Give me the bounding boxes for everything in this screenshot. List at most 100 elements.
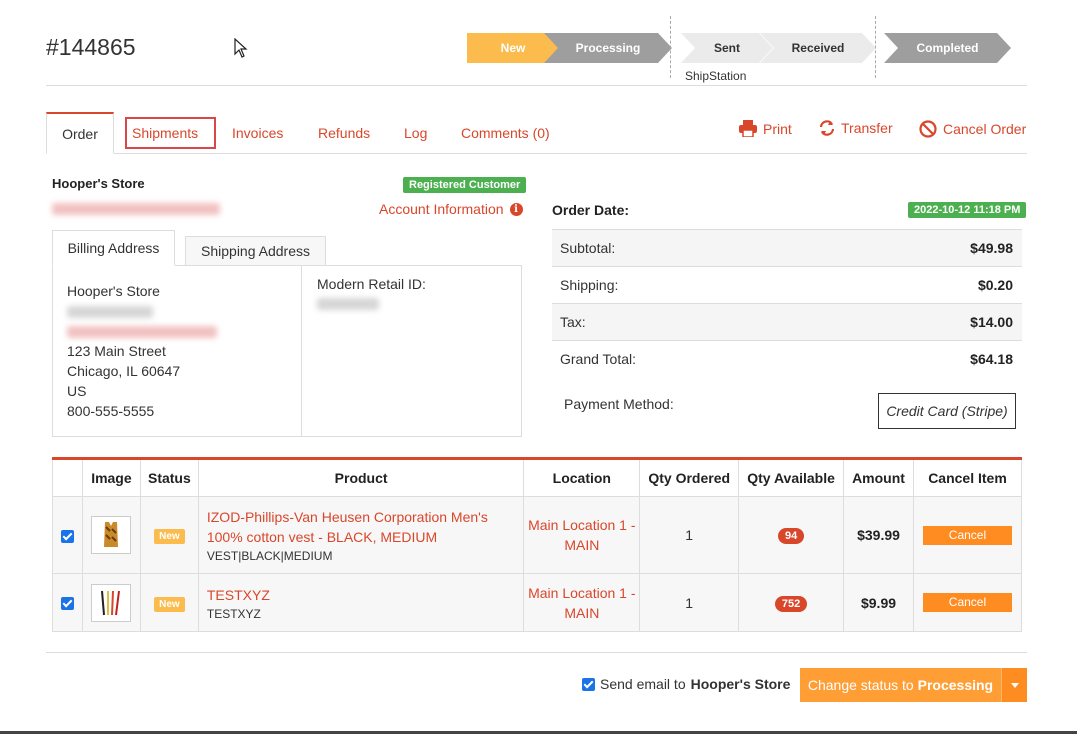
totals-value: $0.20 xyxy=(977,277,1013,293)
header-divider xyxy=(46,85,1027,86)
progress-step-completed: Completed xyxy=(884,33,1011,63)
row-checkbox[interactable] xyxy=(60,597,74,611)
billing-street: 123 Main Street xyxy=(67,343,166,359)
product-cell: TESTXYZ TESTXYZ xyxy=(197,573,525,632)
qty-available-cell: 94 xyxy=(738,496,845,574)
info-icon: i xyxy=(509,202,523,216)
header-amount: Amount xyxy=(843,458,914,497)
billing-phone: 800-555-5555 xyxy=(67,403,155,419)
progress-step-label: New xyxy=(500,41,526,55)
cancel-order-button[interactable]: Cancel Order xyxy=(919,120,1026,138)
product-cell: IZOD-Phillips-Van Heusen Corporation Men… xyxy=(197,496,525,574)
payment-method-value: Credit Card (Stripe) xyxy=(878,393,1016,429)
change-status-dropdown-toggle[interactable] xyxy=(1001,668,1027,702)
progress-step-received: Received xyxy=(760,33,876,63)
totals-row-tax: Tax: $14.00 xyxy=(552,303,1022,340)
row-select-cell xyxy=(52,573,83,632)
footer-divider xyxy=(46,652,1027,653)
tab-billing-address[interactable]: Billing Address xyxy=(52,230,175,266)
print-button[interactable]: Print xyxy=(739,120,792,137)
modern-retail-id-label: Modern Retail ID: xyxy=(317,276,426,292)
customer-store-name: Hooper's Store xyxy=(52,176,145,191)
qty-available-cell: 752 xyxy=(738,573,845,632)
tab-log[interactable]: Log xyxy=(404,125,427,141)
send-email-checkbox[interactable] xyxy=(582,677,595,691)
redacted-modern-retail-id xyxy=(317,298,379,310)
status-badge: New xyxy=(154,529,185,544)
change-status-label: Change status to xyxy=(807,677,914,693)
refresh-icon xyxy=(819,120,835,136)
cancel-item-button[interactable]: Cancel xyxy=(922,593,1012,612)
status-badge: New xyxy=(154,596,185,612)
totals-value: $49.98 xyxy=(970,240,1013,256)
progress-step-label: Processing xyxy=(575,41,641,55)
tab-shipping-address[interactable]: Shipping Address xyxy=(185,236,326,266)
progress-step-label: Completed xyxy=(916,41,979,55)
change-status-button[interactable]: Change status to Processing xyxy=(800,668,1001,702)
transfer-button[interactable]: Transfer xyxy=(819,120,893,136)
registered-customer-badge: Registered Customer xyxy=(403,177,527,193)
image-cell xyxy=(81,496,141,574)
header-cancel-item: Cancel Item xyxy=(912,458,1023,497)
row-checkbox[interactable] xyxy=(60,529,74,543)
cancel-item-button[interactable]: Cancel xyxy=(922,525,1012,545)
redacted-contact xyxy=(67,306,153,318)
totals-value: $14.00 xyxy=(970,314,1013,330)
qty-ordered-cell: 1 xyxy=(639,496,740,574)
amount-cell: $9.99 xyxy=(843,573,914,632)
product-thumbnail[interactable] xyxy=(91,516,132,554)
location-cell: Main Location 1 - MAIN xyxy=(523,573,641,632)
header-status: Status xyxy=(139,458,199,497)
product-name-link[interactable]: TESTXYZ xyxy=(207,585,524,605)
progress-divider xyxy=(670,16,671,78)
status-cell: New xyxy=(139,496,199,574)
location-cell: Main Location 1 - MAIN xyxy=(523,496,641,574)
totals-label: Grand Total: xyxy=(560,351,637,367)
change-status-target: Processing xyxy=(917,677,994,693)
image-cell xyxy=(81,573,141,632)
progress-step-new: New xyxy=(467,33,559,63)
shipstation-label: ShipStation xyxy=(685,69,747,83)
progress-divider xyxy=(875,16,876,78)
status-cell: New xyxy=(139,573,199,632)
cancel-item-cell: Cancel xyxy=(912,496,1023,574)
tab-order[interactable]: Order xyxy=(46,112,114,154)
header-qty-ordered: Qty Ordered xyxy=(639,458,740,497)
tab-refunds[interactable]: Refunds xyxy=(318,125,370,141)
qty-available-badge: 94 xyxy=(777,528,805,544)
header-qty-available: Qty Available xyxy=(738,458,845,497)
vest-image xyxy=(104,522,119,547)
order-items-table: Image Status Product Location Qty Ordere… xyxy=(52,457,1023,632)
row-select-cell xyxy=(52,496,83,574)
send-email-target: Hooper's Store xyxy=(690,676,791,692)
tab-invoices[interactable]: Invoices xyxy=(232,125,283,141)
order-number: #144865 xyxy=(46,34,136,60)
billing-name-link[interactable]: Hooper's Store xyxy=(67,283,160,299)
address-panel-divider xyxy=(301,265,302,437)
totals-label: Subtotal: xyxy=(560,240,616,256)
totals-row-grand-total: Grand Total: $64.18 xyxy=(552,340,1022,377)
tab-comments[interactable]: Comments (0) xyxy=(461,125,550,141)
send-email-option[interactable]: Send email to Hooper's Store xyxy=(582,676,790,692)
tab-shipments[interactable]: Shipments xyxy=(132,125,198,141)
header-select xyxy=(52,458,83,497)
location-link[interactable]: Main Location 1 - MAIN xyxy=(524,583,639,623)
billing-city: Chicago, IL 60647 xyxy=(67,363,181,379)
header-product: Product xyxy=(197,458,525,497)
cancel-item-cell: Cancel xyxy=(912,573,1023,632)
redacted-email xyxy=(67,326,217,338)
print-label: Print xyxy=(763,120,792,137)
account-information-label: Account Information xyxy=(379,201,504,217)
totals-label: Tax: xyxy=(560,314,586,330)
account-information-link[interactable]: Account Information i xyxy=(379,201,523,217)
location-link[interactable]: Main Location 1 - MAIN xyxy=(524,515,639,555)
product-sku: TESTXYZ xyxy=(206,606,261,621)
payment-method-label: Payment Method: xyxy=(564,396,674,412)
table-header-row: Image Status Product Location Qty Ordere… xyxy=(52,458,1023,497)
tees-image xyxy=(101,590,121,615)
printer-icon xyxy=(739,120,757,137)
product-name-link[interactable]: IZOD-Phillips-Van Heusen Corporation Men… xyxy=(207,507,524,547)
product-sku: VEST|BLACK|MEDIUM xyxy=(206,549,333,563)
product-thumbnail[interactable] xyxy=(91,583,132,622)
order-date-badge: 2022-10-12 11:18 PM xyxy=(908,202,1027,218)
